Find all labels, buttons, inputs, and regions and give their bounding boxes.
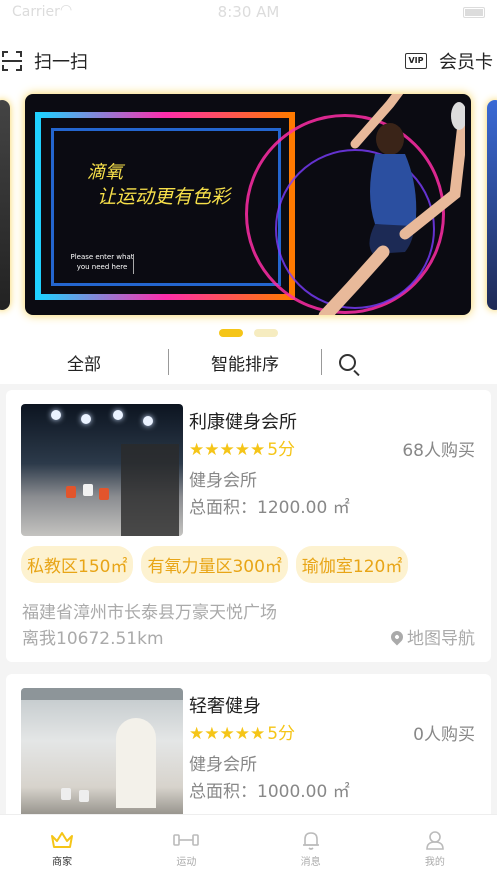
map-navigation-label: 地图导航 [407, 629, 475, 649]
carousel-indicator [0, 322, 497, 341]
filter-all-button[interactable]: 全部 [0, 350, 168, 375]
crown-icon [50, 827, 74, 853]
chair [79, 790, 89, 802]
store-area: 总面积：1000.00 ㎡ [189, 777, 350, 802]
scan-icon [2, 51, 22, 71]
map-navigation-button[interactable]: 地图导航 [388, 624, 475, 649]
facility-tag: 私教区150㎡ [21, 546, 134, 583]
store-distance: 离我10672.51km [22, 629, 164, 649]
rating: ★★★★★ 5分 [189, 435, 295, 460]
chair [83, 484, 93, 496]
tab-label: 消息 [300, 857, 321, 868]
filter-bar: 全部 智能排序 [0, 340, 497, 384]
store-type: 健身会所 [189, 471, 257, 491]
bottom-tab-bar: 商家 运动 消息 我的 [0, 814, 497, 883]
rating-score: 5分 [267, 440, 296, 460]
member-card-button[interactable]: VIP 会员卡 [405, 48, 493, 74]
scan-label: 扫一扫 [34, 52, 88, 73]
facility-tag: 有氧力量区300㎡ [141, 546, 288, 583]
store-thumbnail [21, 404, 183, 536]
tab-messages[interactable]: 消息 [249, 815, 373, 883]
rating-stars: ★★★★★ [189, 724, 266, 744]
bell-icon [300, 827, 322, 853]
store-thumbnail [21, 688, 183, 820]
store-name: 利康健身会所 [189, 412, 297, 433]
search-button[interactable] [322, 353, 372, 371]
rating-stars: ★★★★★ [189, 440, 266, 460]
ceiling-light [143, 416, 153, 426]
tab-sports[interactable]: 运动 [124, 815, 248, 883]
map-pin-icon [388, 628, 406, 645]
area-value: 1000.00 ㎡ [257, 782, 350, 802]
banner-title-line1: 滴氧 [87, 162, 123, 183]
carousel-dot-active[interactable] [218, 329, 243, 337]
banner-title-line2: 让运动更有色彩 [97, 186, 231, 208]
banner-slide[interactable]: 滴氧 让运动更有色彩 Please enter what you need he… [25, 94, 471, 315]
store-card[interactable]: 轻奢健身 ★★★★★ 5分 0人购买 健身会所 总面积：1000.00 ㎡ [6, 674, 491, 824]
tab-label: 运动 [176, 857, 197, 868]
next-banner-peek[interactable] [487, 100, 497, 310]
store-area: 总面积：1200.00 ㎡ [189, 493, 350, 518]
smart-sort-button[interactable]: 智能排序 [169, 350, 321, 375]
scan-button[interactable]: 扫一扫 [2, 48, 88, 74]
area-value: 1200.00 ㎡ [257, 498, 350, 518]
rating: ★★★★★ 5分 [189, 719, 295, 744]
chair [99, 488, 109, 500]
tab-me[interactable]: 我的 [373, 815, 497, 883]
ceiling-light [81, 414, 91, 424]
shelf [121, 444, 179, 536]
purchase-count: 68人购买 [402, 441, 475, 461]
store-name: 轻奢健身 [189, 696, 261, 717]
tab-label: 我的 [424, 857, 445, 868]
user-icon [424, 827, 446, 853]
arch-wall [116, 718, 156, 808]
top-bar: 扫一扫 VIP 会员卡 [0, 24, 497, 94]
dancer-image [318, 94, 465, 315]
chair [61, 788, 71, 800]
store-card[interactable]: 利康健身会所 ★★★★★ 5分 68人购买 健身会所 总面积：1200.00 ㎡ … [6, 390, 491, 662]
tab-label: 商家 [52, 857, 73, 868]
member-card-label: 会员卡 [439, 52, 493, 73]
carousel-dot[interactable] [254, 329, 279, 337]
ceiling-light [51, 410, 61, 420]
battery-icon [463, 7, 485, 18]
banner-carousel[interactable]: 滴氧 让运动更有色彩 Please enter what you need he… [0, 94, 497, 340]
area-label: 总面积： [189, 782, 257, 802]
ceiling-beam [21, 688, 183, 700]
vip-card-icon: VIP [405, 53, 427, 69]
store-type: 健身会所 [189, 755, 257, 775]
banner-hint-divider [133, 254, 134, 274]
dumbbell-icon [173, 827, 200, 853]
purchase-count: 0人购买 [413, 725, 475, 745]
area-label: 总面积： [189, 498, 257, 518]
prev-banner-peek[interactable] [0, 100, 10, 310]
status-bar: Carrier ◠ 8:30 AM [0, 0, 497, 24]
tab-merchants[interactable]: 商家 [0, 815, 124, 883]
facility-tags: 私教区150㎡ 有氧力量区300㎡ 瑜伽室120㎡ [21, 546, 409, 583]
search-icon [338, 353, 356, 371]
store-address: 福建省漳州市长泰县万豪天悦广场 [22, 603, 277, 623]
chair [66, 486, 76, 498]
facility-tag: 瑜伽室120㎡ [295, 546, 409, 583]
rating-score: 5分 [267, 724, 296, 744]
banner-hint: Please enter what you need here [70, 253, 134, 271]
clock: 8:30 AM [217, 3, 280, 21]
ceiling-light [113, 410, 123, 420]
